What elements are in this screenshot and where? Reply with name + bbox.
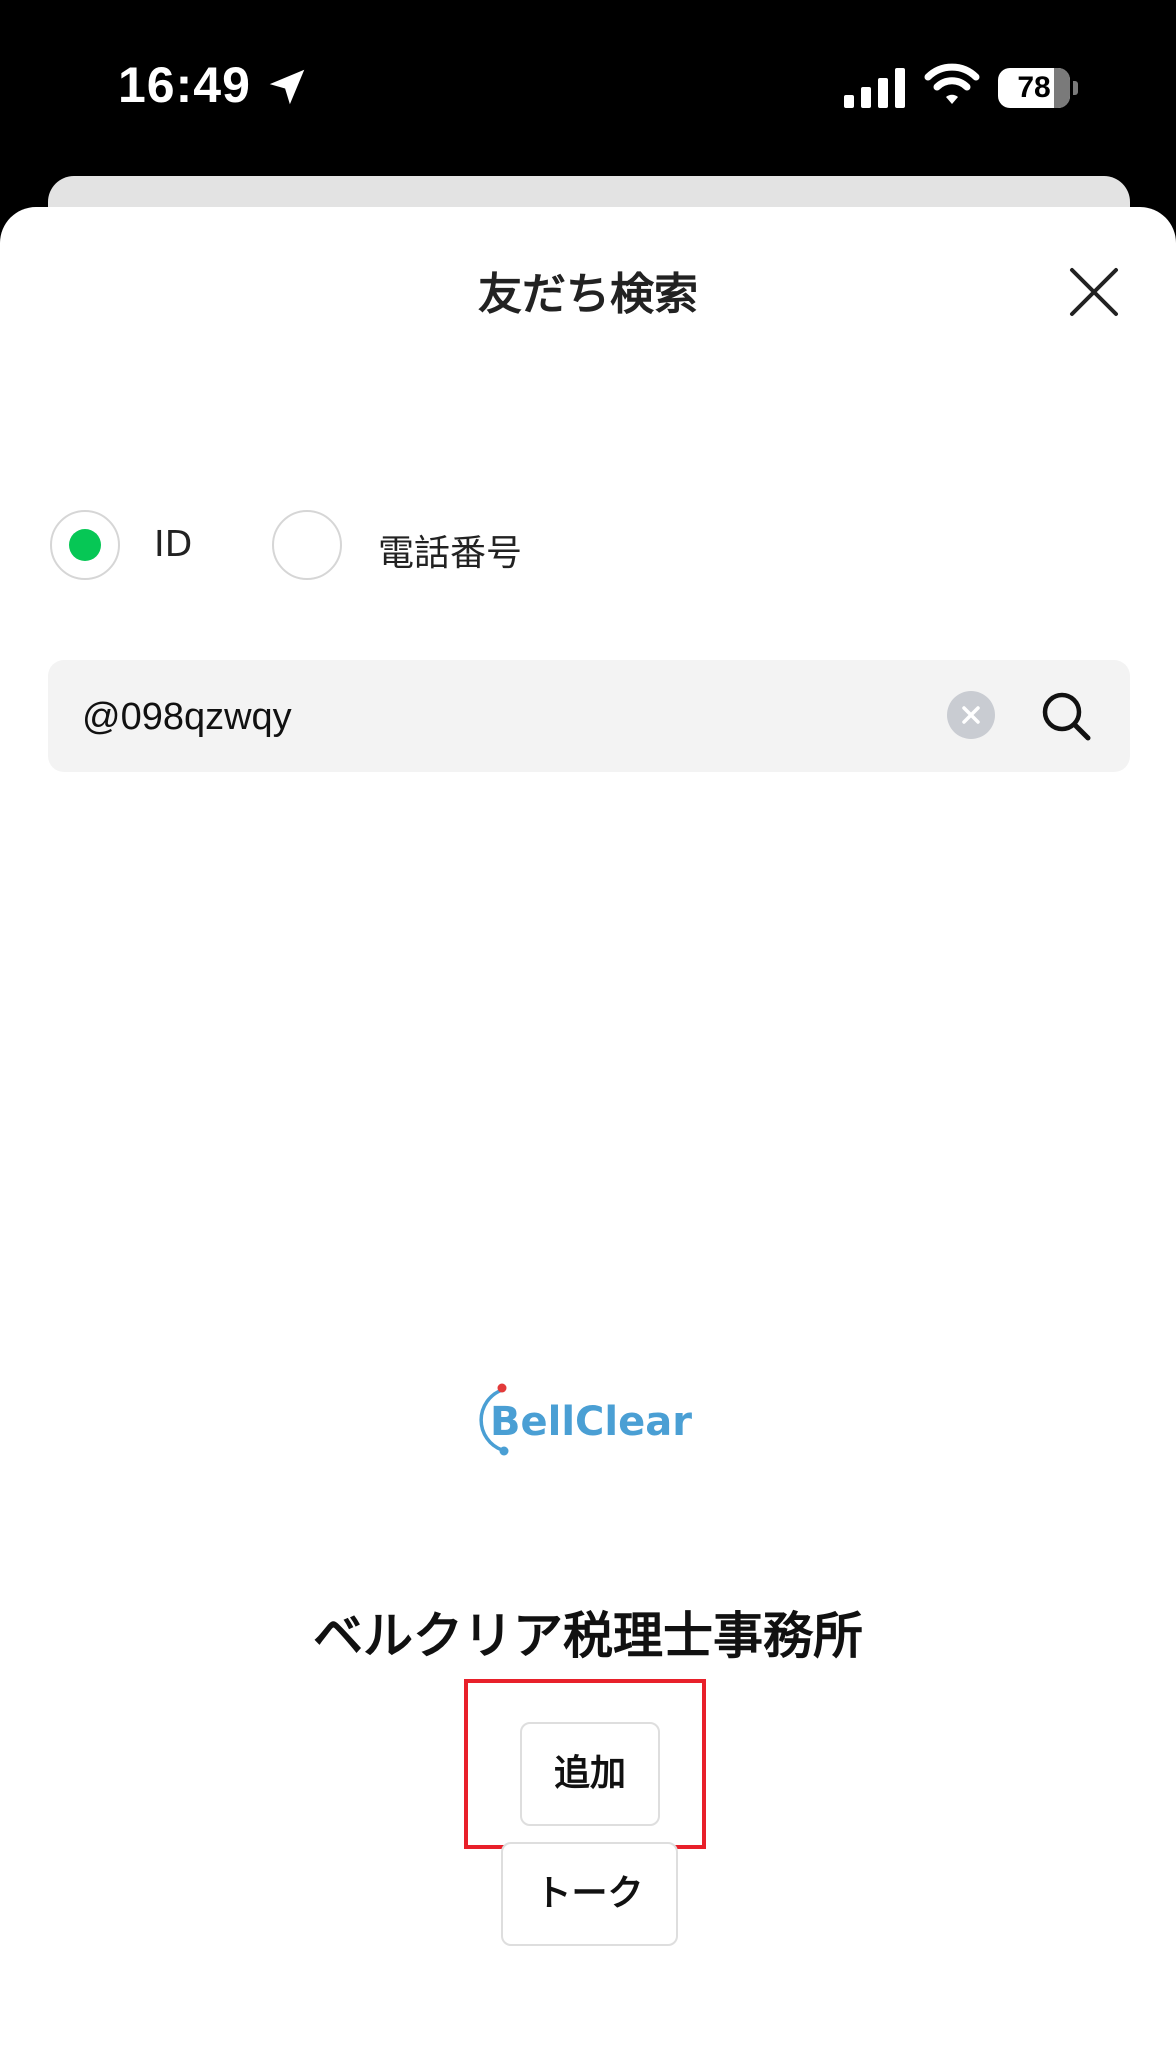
radio-id-label: ID [154, 524, 193, 565]
clear-x-glyph [962, 706, 980, 724]
status-time: 16:49 [118, 57, 251, 113]
radio-phone-number[interactable] [272, 510, 342, 580]
battery-body: 78 [998, 68, 1070, 108]
search-input-value[interactable]: @098qzwqy [82, 696, 292, 739]
search-icon[interactable] [1038, 688, 1094, 744]
add-button[interactable]: 追加 [520, 1722, 660, 1826]
clear-icon[interactable] [947, 691, 995, 739]
radio-phone-number-label: 電話番号 [378, 533, 523, 574]
status-bar: 16:49 78 [0, 0, 1176, 175]
bellclear-logo: BellClear [479, 1383, 692, 1456]
account-name: ベルクリア税理士事務所 [313, 1607, 863, 1665]
talk-button[interactable]: トーク [501, 1842, 678, 1946]
search-input[interactable]: @098qzwqy [48, 660, 1130, 772]
radio-unselected-dot [291, 529, 323, 561]
battery-icon: 78 [998, 68, 1078, 108]
battery-tip [1073, 81, 1078, 95]
close-icon[interactable] [1064, 262, 1124, 322]
location-arrow-icon [269, 69, 305, 105]
cellular-signal-icon [844, 68, 905, 108]
radio-id[interactable] [50, 510, 120, 580]
battery-level: 78 [1017, 71, 1051, 104]
sheet-title: 友だち検索 [478, 269, 698, 320]
radio-selected-dot [69, 529, 101, 561]
logo-text: BellClear [490, 1399, 692, 1445]
wifi-icon [924, 63, 980, 104]
